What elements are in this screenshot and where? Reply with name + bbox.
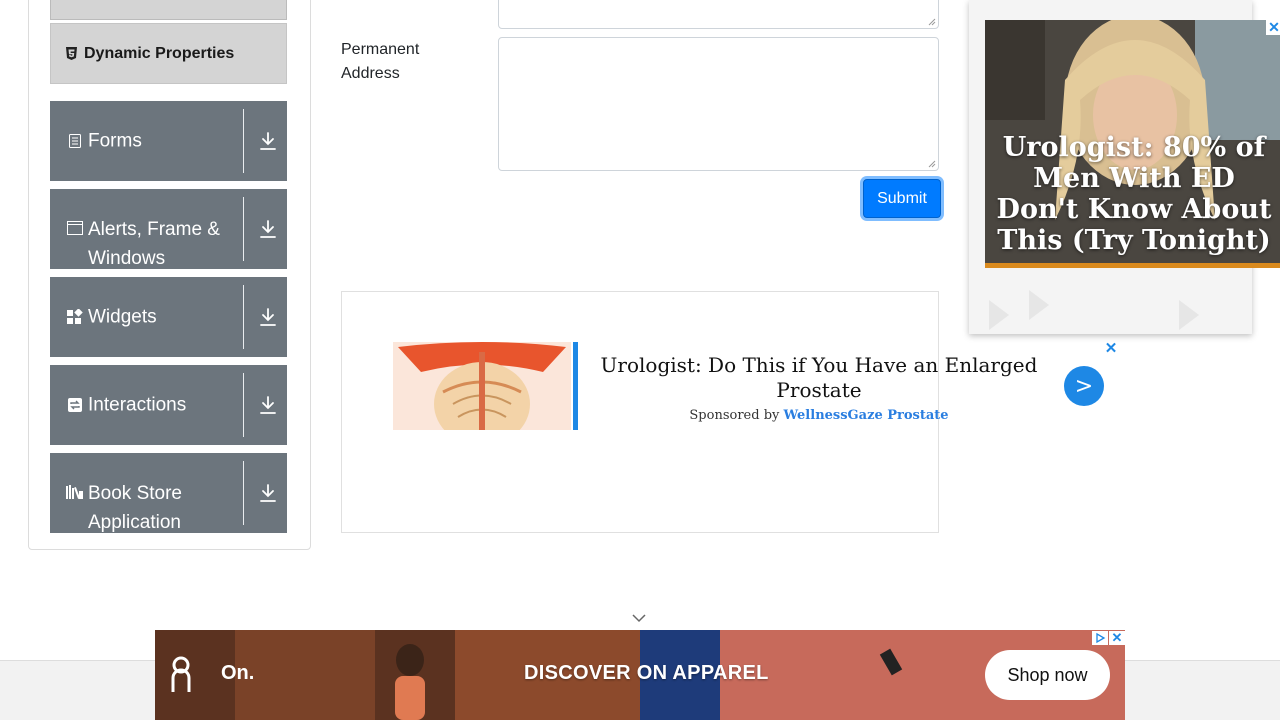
sidebar-group-label: Interactions (88, 394, 187, 416)
ad-go-button[interactable]: > (1064, 366, 1104, 406)
sponsored-by-label: Sponsored by (689, 408, 780, 423)
side-ad-stripe (985, 263, 1280, 268)
sidebar-group-label: Book Store Application (88, 483, 182, 533)
permanent-address-textarea[interactable] (498, 37, 939, 171)
divider (243, 373, 244, 437)
on-brand-logo-icon (171, 656, 191, 692)
divider (243, 285, 244, 349)
banner-ad[interactable]: On. DISCOVER ON APPAREL Shop now (155, 630, 1125, 720)
ad-image[interactable] (393, 342, 571, 430)
ad-sponsor-line: Sponsored by WellnessGaze Prostate (596, 408, 1042, 423)
sidebar-group-interactions[interactable]: Interactions (50, 365, 287, 445)
shop-now-button[interactable]: Shop now (985, 650, 1110, 700)
divider (243, 109, 244, 173)
current-address-textarea[interactable] (498, 0, 939, 29)
interactions-icon (66, 397, 84, 413)
expand-download-icon[interactable] (257, 482, 279, 504)
side-ad-close-icon[interactable]: ✕ (1266, 19, 1280, 35)
resize-grip-icon[interactable] (928, 160, 936, 168)
form-icon (66, 133, 84, 149)
ad-sponsor-name[interactable]: WellnessGaze Prostate (784, 408, 949, 423)
html5-icon (65, 47, 77, 60)
ad-accent-bar (573, 342, 578, 430)
expand-download-icon[interactable] (257, 218, 279, 240)
expand-download-icon[interactable] (257, 394, 279, 416)
sidebar-group-forms[interactable]: Forms (50, 101, 287, 181)
resize-grip-icon[interactable] (928, 18, 936, 26)
side-ad-headline[interactable]: Urologist: 80% of Men With ED Don't Know… (988, 132, 1280, 256)
ad-headline[interactable]: Urologist: Do This if You Have an Enlarg… (596, 353, 1042, 403)
banner-ad-brand: On. (221, 662, 255, 684)
expand-download-icon[interactable] (257, 130, 279, 152)
books-icon (66, 484, 84, 500)
sidebar-group-label: Widgets (88, 306, 157, 328)
widgets-icon (66, 309, 84, 325)
sidebar-group-label: Forms (88, 130, 142, 152)
divider (243, 197, 244, 261)
submit-button[interactable]: Submit (863, 179, 941, 218)
banner-ad-close-icon[interactable]: ✕ (1109, 631, 1125, 645)
expand-download-icon[interactable] (257, 306, 279, 328)
permanent-address-label: Permanent Address (341, 41, 420, 82)
sidebar-group-alerts[interactable]: Alerts, Frame & Windows (50, 189, 287, 269)
sidebar-group-label: Alerts, Frame & Windows (88, 219, 220, 269)
menu-list-item-previous[interactable] (50, 0, 287, 20)
sidebar-group-widgets[interactable]: Widgets (50, 277, 287, 357)
ad-close-icon[interactable]: ✕ (1104, 341, 1118, 356)
sidebar-item-label: Dynamic Properties (84, 44, 235, 62)
ad-choices-icon[interactable] (1092, 631, 1108, 645)
divider (243, 461, 244, 525)
banner-ad-tagline: DISCOVER ON APPAREL (524, 662, 769, 684)
sidebar-item-dynamic-properties[interactable]: Dynamic Properties (50, 23, 287, 84)
window-icon (66, 220, 84, 236)
chevron-down-icon[interactable] (630, 612, 648, 624)
sidebar-group-book-store[interactable]: Book Store Application (50, 453, 287, 533)
